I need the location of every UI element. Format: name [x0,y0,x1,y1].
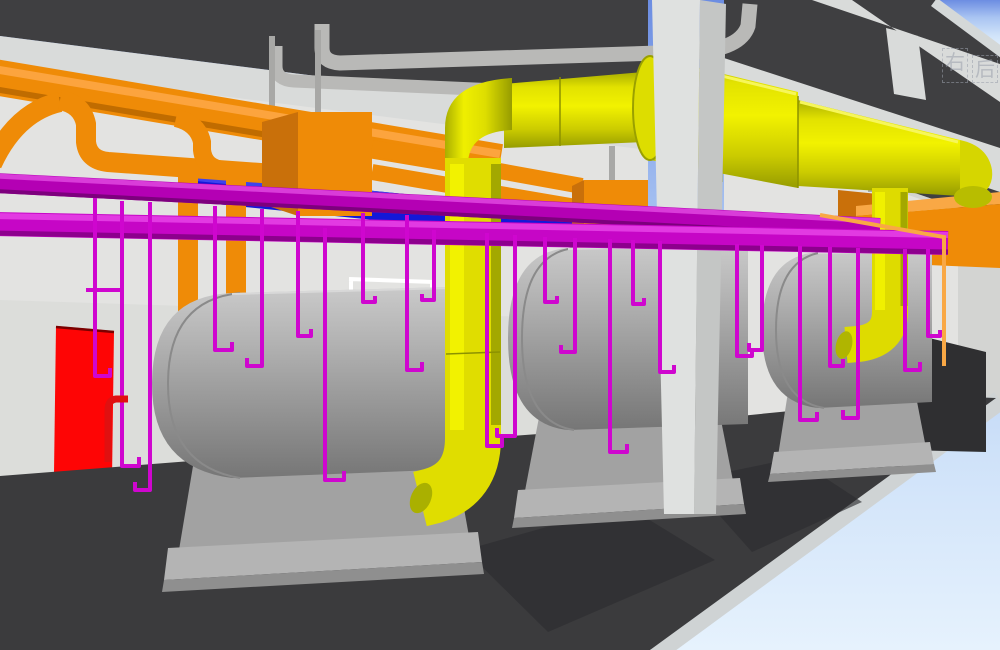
tank-1 [152,286,487,592]
view-orientation-watermark: 右 后 [942,48,998,83]
tank1-shell [152,286,487,478]
foreground-column [652,0,726,514]
watermark-char-right: 右 [942,48,968,83]
3d-viewport[interactable]: 右 后 [0,0,1000,650]
tank-3 [762,250,936,482]
plantroom-scene [0,0,1000,650]
yellow-duct-end-cap [954,186,992,208]
watermark-char-rear: 后 [972,55,998,83]
yellow-duct-seg1 [504,72,644,148]
